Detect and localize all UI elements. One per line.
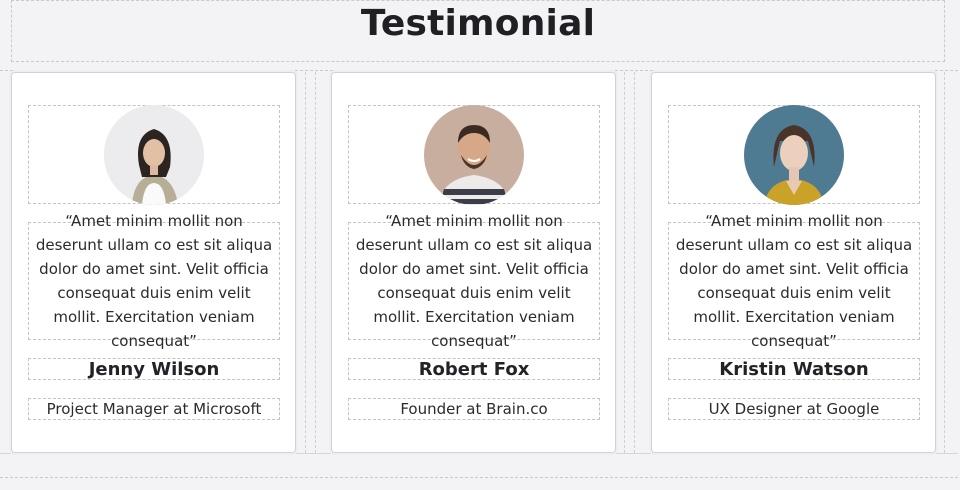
avatar <box>104 104 204 205</box>
page-title: Testimonial <box>360 3 596 44</box>
testimonial-quote: “Amet minim mollit non deserunt ullam co… <box>668 212 920 350</box>
layout-guide <box>624 72 625 453</box>
testimonial-role: Founder at Brain.co <box>348 398 600 420</box>
testimonial-quote: “Amet minim mollit non deserunt ullam co… <box>28 212 280 350</box>
avatar-container <box>28 104 280 205</box>
testimonial-name: Robert Fox <box>348 358 600 380</box>
testimonial-quote: “Amet minim mollit non deserunt ullam co… <box>348 212 600 350</box>
avatar-container <box>668 104 920 205</box>
section-header: Testimonial <box>11 0 945 62</box>
testimonial-card: “Amet minim mollit non deserunt ullam co… <box>11 72 296 453</box>
testimonial-role: UX Designer at Google <box>668 398 920 420</box>
testimonial-name: Jenny Wilson <box>28 358 280 380</box>
layout-guide <box>634 72 635 453</box>
avatar <box>424 104 524 205</box>
testimonial-name: Kristin Watson <box>668 358 920 380</box>
testimonial-card: “Amet minim mollit non deserunt ullam co… <box>651 72 936 453</box>
avatar <box>744 104 844 205</box>
testimonial-role: Project Manager at Microsoft <box>28 398 280 420</box>
avatar-container <box>348 104 600 205</box>
layout-guide <box>944 72 945 453</box>
testimonial-card: “Amet minim mollit non deserunt ullam co… <box>331 72 616 453</box>
layout-guide <box>315 72 316 453</box>
layout-guide <box>305 72 306 453</box>
section-footer-strip <box>0 453 958 478</box>
